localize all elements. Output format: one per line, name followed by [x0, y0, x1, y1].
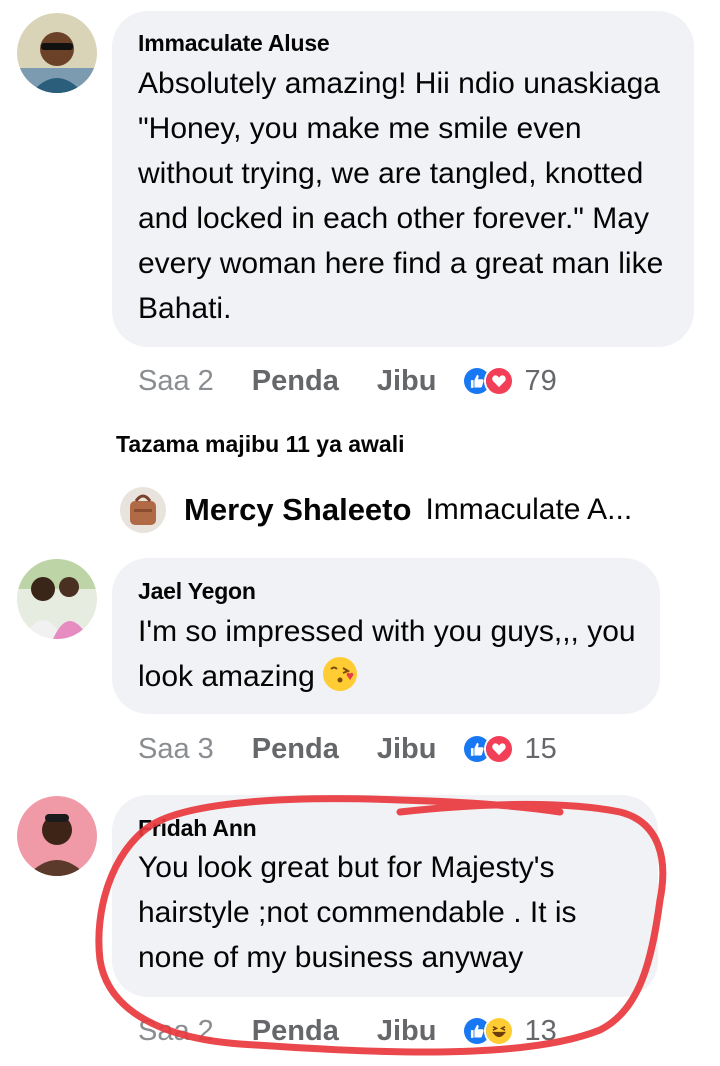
view-previous-replies-link[interactable]: Tazama majibu 11 ya awali	[116, 431, 405, 458]
love-reaction-icon	[484, 366, 515, 396]
reply-button[interactable]: Jibu	[377, 1015, 437, 1048]
reactions-summary[interactable]	[462, 1016, 515, 1046]
comment-text: You look great but for Majesty's hairsty…	[138, 851, 577, 974]
avatar-jael-yegon[interactable]	[17, 559, 97, 639]
reaction-count[interactable]: 13	[524, 1015, 556, 1048]
reply-author[interactable]: Mercy Shaleeto	[184, 492, 411, 528]
comment-time: Saa 3	[138, 732, 214, 765]
comment-author[interactable]: Fridah Ann	[138, 815, 257, 842]
avatar-mercy-shaleeto	[120, 487, 166, 533]
comment-actions: Saa 3 Penda Jibu 15	[138, 729, 557, 769]
reaction-count[interactable]: 79	[524, 365, 556, 398]
like-button[interactable]: Penda	[252, 733, 339, 766]
avatar-immaculate-aluse[interactable]	[17, 13, 97, 93]
love-reaction-icon	[484, 734, 515, 764]
haha-reaction-icon	[484, 1016, 515, 1046]
reply-text: Immaculate A...	[425, 493, 633, 526]
reply-preview[interactable]: Mercy Shaleeto Immaculate A...	[120, 486, 680, 534]
reactions-summary[interactable]	[462, 366, 515, 396]
avatar-fridah-ann[interactable]	[17, 796, 97, 876]
comment-actions: Saa 2 Penda Jibu 13	[138, 1011, 557, 1051]
comment-time: Saa 2	[138, 364, 214, 397]
comment-time: Saa 2	[138, 1014, 214, 1047]
reactions-summary[interactable]	[462, 734, 515, 764]
reply-button[interactable]: Jibu	[377, 365, 437, 398]
kiss-emoji-icon	[321, 655, 359, 693]
like-button[interactable]: Penda	[252, 1015, 339, 1048]
reaction-count[interactable]: 15	[524, 733, 556, 766]
reply-button[interactable]: Jibu	[377, 733, 437, 766]
comment-text: I'm so impressed with you guys,,, you lo…	[138, 609, 648, 699]
comment-author[interactable]: Immaculate Aluse	[138, 30, 330, 57]
comment-text: Absolutely amazing! Hii ndio unaskiaga "…	[138, 67, 664, 325]
comment-author[interactable]: Jael Yegon	[138, 578, 256, 605]
like-button[interactable]: Penda	[252, 365, 339, 398]
comment-actions: Saa 2 Penda Jibu 79	[138, 361, 557, 401]
comment-text-body: I'm so impressed with you guys,,, you lo…	[138, 615, 636, 693]
